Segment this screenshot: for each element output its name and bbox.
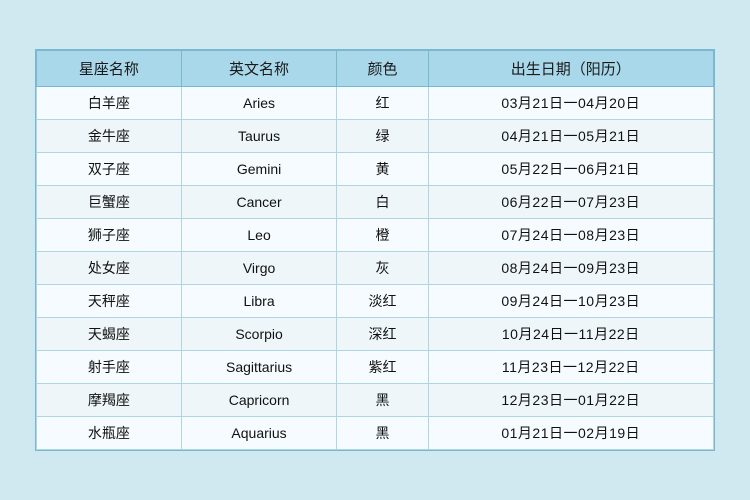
zodiac-table: 星座名称 英文名称 颜色 出生日期（阳历） 白羊座Aries红03月21日一04… [36,50,714,450]
cell-r0-c1: Aries [181,87,337,120]
cell-r8-c1: Sagittarius [181,351,337,384]
table-header-row: 星座名称 英文名称 颜色 出生日期（阳历） [37,51,714,87]
col-header-color: 颜色 [337,51,428,87]
cell-r9-c2: 黑 [337,384,428,417]
cell-r8-c2: 紫红 [337,351,428,384]
cell-r4-c0: 狮子座 [37,219,182,252]
cell-r10-c3: 01月21日一02月19日 [428,417,713,450]
cell-r1-c1: Taurus [181,120,337,153]
table-row: 白羊座Aries红03月21日一04月20日 [37,87,714,120]
cell-r8-c0: 射手座 [37,351,182,384]
table-row: 射手座Sagittarius紫红11月23日一12月22日 [37,351,714,384]
cell-r0-c2: 红 [337,87,428,120]
cell-r3-c0: 巨蟹座 [37,186,182,219]
cell-r9-c3: 12月23日一01月22日 [428,384,713,417]
cell-r10-c1: Aquarius [181,417,337,450]
cell-r4-c1: Leo [181,219,337,252]
cell-r10-c2: 黑 [337,417,428,450]
col-header-birthdate: 出生日期（阳历） [428,51,713,87]
table-body: 白羊座Aries红03月21日一04月20日金牛座Taurus绿04月21日一0… [37,87,714,450]
table-row: 水瓶座Aquarius黑01月21日一02月19日 [37,417,714,450]
cell-r10-c0: 水瓶座 [37,417,182,450]
cell-r6-c2: 淡红 [337,285,428,318]
cell-r6-c3: 09月24日一10月23日 [428,285,713,318]
cell-r2-c0: 双子座 [37,153,182,186]
cell-r5-c1: Virgo [181,252,337,285]
table-row: 巨蟹座Cancer白06月22日一07月23日 [37,186,714,219]
cell-r3-c2: 白 [337,186,428,219]
cell-r9-c1: Capricorn [181,384,337,417]
cell-r0-c3: 03月21日一04月20日 [428,87,713,120]
cell-r2-c2: 黄 [337,153,428,186]
col-header-english-name: 英文名称 [181,51,337,87]
table-row: 摩羯座Capricorn黑12月23日一01月22日 [37,384,714,417]
table-row: 金牛座Taurus绿04月21日一05月21日 [37,120,714,153]
cell-r7-c2: 深红 [337,318,428,351]
cell-r6-c1: Libra [181,285,337,318]
cell-r5-c3: 08月24日一09月23日 [428,252,713,285]
cell-r4-c3: 07月24日一08月23日 [428,219,713,252]
cell-r7-c3: 10月24日一11月22日 [428,318,713,351]
cell-r7-c0: 天蝎座 [37,318,182,351]
cell-r7-c1: Scorpio [181,318,337,351]
cell-r2-c1: Gemini [181,153,337,186]
cell-r3-c3: 06月22日一07月23日 [428,186,713,219]
table-row: 天蝎座Scorpio深红10月24日一11月22日 [37,318,714,351]
cell-r5-c0: 处女座 [37,252,182,285]
col-header-chinese-name: 星座名称 [37,51,182,87]
cell-r3-c1: Cancer [181,186,337,219]
cell-r8-c3: 11月23日一12月22日 [428,351,713,384]
cell-r5-c2: 灰 [337,252,428,285]
table-row: 天秤座Libra淡红09月24日一10月23日 [37,285,714,318]
cell-r1-c3: 04月21日一05月21日 [428,120,713,153]
cell-r1-c0: 金牛座 [37,120,182,153]
table-row: 双子座Gemini黄05月22日一06月21日 [37,153,714,186]
table-row: 狮子座Leo橙07月24日一08月23日 [37,219,714,252]
cell-r0-c0: 白羊座 [37,87,182,120]
zodiac-table-container: 星座名称 英文名称 颜色 出生日期（阳历） 白羊座Aries红03月21日一04… [35,49,715,451]
cell-r4-c2: 橙 [337,219,428,252]
cell-r2-c3: 05月22日一06月21日 [428,153,713,186]
cell-r9-c0: 摩羯座 [37,384,182,417]
cell-r6-c0: 天秤座 [37,285,182,318]
table-row: 处女座Virgo灰08月24日一09月23日 [37,252,714,285]
cell-r1-c2: 绿 [337,120,428,153]
